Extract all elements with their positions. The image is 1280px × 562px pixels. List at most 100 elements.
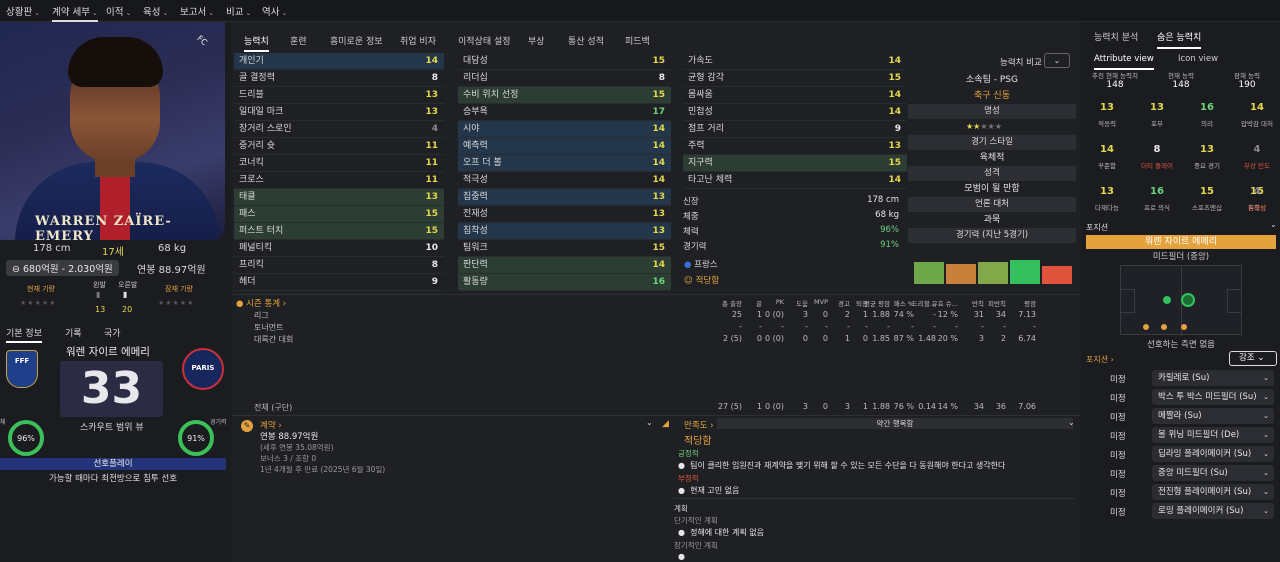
attribute-row[interactable]: 드리블 13	[234, 87, 444, 104]
emphasis-dropdown[interactable]: 강조 ⌄	[1229, 351, 1277, 366]
attribute-name: 점프 거리	[688, 124, 724, 134]
role-row[interactable]: 미정 로밍 플레이메이커 (Su) ⌄	[1086, 503, 1276, 520]
menu-development[interactable]: 육성 ⌄	[143, 4, 168, 18]
menu-overview[interactable]: 상황판 ⌄	[6, 4, 40, 18]
tab-injuries[interactable]: 부상	[528, 34, 545, 47]
compare-dropdown[interactable]: ⌄	[1044, 53, 1070, 68]
attribute-row[interactable]: 오프 더 볼 14	[458, 155, 671, 172]
tab-icon-view[interactable]: Icon view	[1178, 54, 1218, 64]
tab-transfer-status[interactable]: 이적상태 설정	[458, 34, 511, 47]
chevron-down-icon: ⌄	[1263, 431, 1269, 439]
attribute-row[interactable]: 팀워크 15	[458, 240, 671, 257]
attribute-row[interactable]: 크로스 11	[234, 172, 444, 189]
role-dropdown[interactable]: 전진형 플레이메이커 (Su) ⌄	[1152, 484, 1274, 500]
role-dropdown[interactable]: 카릴레로 (Su) ⌄	[1152, 370, 1274, 386]
role-dropdown[interactable]: 로밍 플레이메이커 (Su) ⌄	[1152, 503, 1274, 519]
role-row[interactable]: 미정 딥라잉 플레이메이커 (Su) ⌄	[1086, 446, 1276, 463]
menu-transfer[interactable]: 이적 ⌄	[106, 4, 131, 18]
attribute-row[interactable]: 승부욕 17	[458, 104, 671, 121]
attribute-row[interactable]: 퍼스트 터치 15	[234, 223, 444, 240]
attribute-value: 14	[652, 158, 665, 168]
tab-work-permit[interactable]: 취업 비자	[400, 34, 436, 47]
menu-reports[interactable]: 보고서 ⌄	[180, 4, 214, 18]
collapse-icon[interactable]: ⌄	[1068, 418, 1075, 427]
role-dropdown[interactable]: 중앙 미드필더 (Su) ⌄	[1152, 465, 1274, 481]
position-dot	[1181, 324, 1187, 330]
attribute-row[interactable]: 헤더 9	[234, 274, 444, 291]
attribute-row[interactable]: 중거리 슛 11	[234, 138, 444, 155]
plans-label: 계획	[674, 504, 688, 513]
attribute-row[interactable]: 프리킥 8	[234, 257, 444, 274]
tab-records[interactable]: 기록	[65, 326, 82, 339]
attribute-row[interactable]: 페널티킥 10	[234, 240, 444, 257]
menu-contract-details[interactable]: 계약 세부 ⌄	[52, 4, 98, 22]
attribute-value: 13	[652, 226, 665, 236]
attribute-row[interactable]: 전재성 13	[458, 206, 671, 223]
role-dropdown[interactable]: 메짤라 (Su) ⌄	[1152, 408, 1274, 424]
attribute-row[interactable]: 패스 15	[234, 206, 444, 223]
collapse-icon[interactable]: ⌄	[1270, 220, 1277, 229]
tab-attribute-view[interactable]: Attribute view	[1094, 54, 1154, 70]
contract-bonus: 보너스 3 / 조항 0	[260, 454, 317, 463]
attribute-row[interactable]: 시야 14	[458, 121, 671, 138]
role-row[interactable]: 미정 메짤라 (Su) ⌄	[1086, 408, 1276, 425]
tab-attributes[interactable]: 능력치	[244, 34, 269, 52]
tab-interesting-info[interactable]: 흥미로운 정보	[330, 34, 383, 47]
chevron-down-icon: ⌄	[1263, 412, 1269, 420]
role-row[interactable]: 미정 카릴레로 (Su) ⌄	[1086, 370, 1276, 387]
attribute-row[interactable]: 대담성 15	[458, 53, 671, 70]
satisfaction-title[interactable]: 만족도 ›	[684, 419, 714, 431]
tab-career-stats[interactable]: 통산 성적	[568, 34, 604, 47]
role-row[interactable]: 미정 볼 위닝 미드필더 (De) ⌄	[1086, 427, 1276, 444]
form-bar	[946, 264, 976, 284]
attribute-row[interactable]: 리더십 8	[458, 70, 671, 87]
tab-training[interactable]: 훈련	[290, 34, 307, 47]
tab-basic-info[interactable]: 기본 정보	[6, 326, 42, 343]
attribute-row[interactable]: 예측력 14	[458, 138, 671, 155]
attribute-row[interactable]: 골 결정력 8	[234, 70, 444, 87]
chevron-down-icon: ⌄	[162, 9, 169, 17]
attribute-row[interactable]: 일대일 마크 13	[234, 104, 444, 121]
player-hair	[68, 37, 163, 87]
attribute-row[interactable]: 활동량 16	[458, 274, 671, 291]
attribute-row[interactable]: 태클 13	[234, 189, 444, 206]
attribute-row[interactable]: 장거리 스로인 4	[234, 121, 444, 138]
attribute-name: 오프 더 볼	[463, 158, 502, 168]
attribute-row[interactable]: 민첩성 14	[683, 104, 907, 121]
attribute-row[interactable]: 주력 13	[683, 138, 907, 155]
collapse-icon[interactable]: ⌄	[646, 418, 653, 427]
menu-compare[interactable]: 비교 ⌄	[226, 4, 251, 18]
attribute-row[interactable]: 침착성 13	[458, 223, 671, 240]
attribute-row[interactable]: 몸싸움 14	[683, 87, 907, 104]
tab-feedback[interactable]: 피드백	[625, 34, 650, 47]
role-row[interactable]: 미정 전진형 플레이메이커 (Su) ⌄	[1086, 484, 1276, 501]
france-flag-icon: ●	[684, 260, 692, 270]
attribute-row[interactable]: 적극성 14	[458, 172, 671, 189]
attribute-row[interactable]: 점프 거리 9	[683, 121, 907, 138]
hidden-attribute-label: 꾸준함	[1098, 162, 1116, 170]
attribute-row[interactable]: 가속도 14	[683, 53, 907, 70]
tab-hidden-attributes[interactable]: 숨은 능력치	[1157, 30, 1202, 49]
attribute-row[interactable]: 수비 위치 선정 15	[458, 87, 671, 104]
role-dropdown[interactable]: 볼 위닝 미드필더 (De) ⌄	[1152, 427, 1274, 443]
role-dropdown[interactable]: 박스 투 박스 미드필더 (Su) ⌄	[1152, 389, 1274, 405]
hidden-attribute-value: 13	[1150, 102, 1164, 113]
menu-history[interactable]: 역사 ⌄	[262, 4, 287, 18]
hidden-attribute-value: 14	[1250, 102, 1264, 113]
roles-header[interactable]: 포지션 ›	[1086, 354, 1114, 365]
attribute-row[interactable]: 코너킥 11	[234, 155, 444, 172]
ea-fc-logo: FC	[195, 33, 209, 48]
attribute-row[interactable]: 판단력 14	[458, 257, 671, 274]
attribute-row[interactable]: 타고난 체력 14	[683, 172, 907, 189]
attribute-value: 14	[888, 90, 901, 100]
attribute-name: 예측력	[463, 141, 488, 151]
role-row[interactable]: 미정 박스 투 박스 미드필더 (Su) ⌄	[1086, 389, 1276, 406]
tab-attribute-analysis[interactable]: 능력치 분석	[1094, 30, 1138, 43]
tab-nation[interactable]: 국가	[104, 326, 121, 339]
attribute-row[interactable]: 개인기 14	[234, 53, 444, 70]
attribute-row[interactable]: 균형 감각 15	[683, 70, 907, 87]
attribute-row[interactable]: 지구력 15	[683, 155, 907, 172]
role-dropdown[interactable]: 딥라잉 플레이메이커 (Su) ⌄	[1152, 446, 1274, 462]
attribute-row[interactable]: 집중력 13	[458, 189, 671, 206]
role-row[interactable]: 미정 중앙 미드필더 (Su) ⌄	[1086, 465, 1276, 482]
